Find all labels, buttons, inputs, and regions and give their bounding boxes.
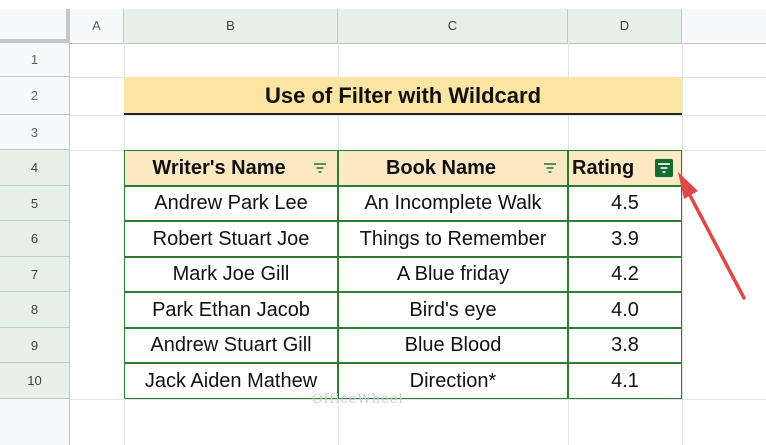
- watermark: OfficeWheel: [312, 392, 404, 407]
- red-arrow-icon: [678, 172, 746, 300]
